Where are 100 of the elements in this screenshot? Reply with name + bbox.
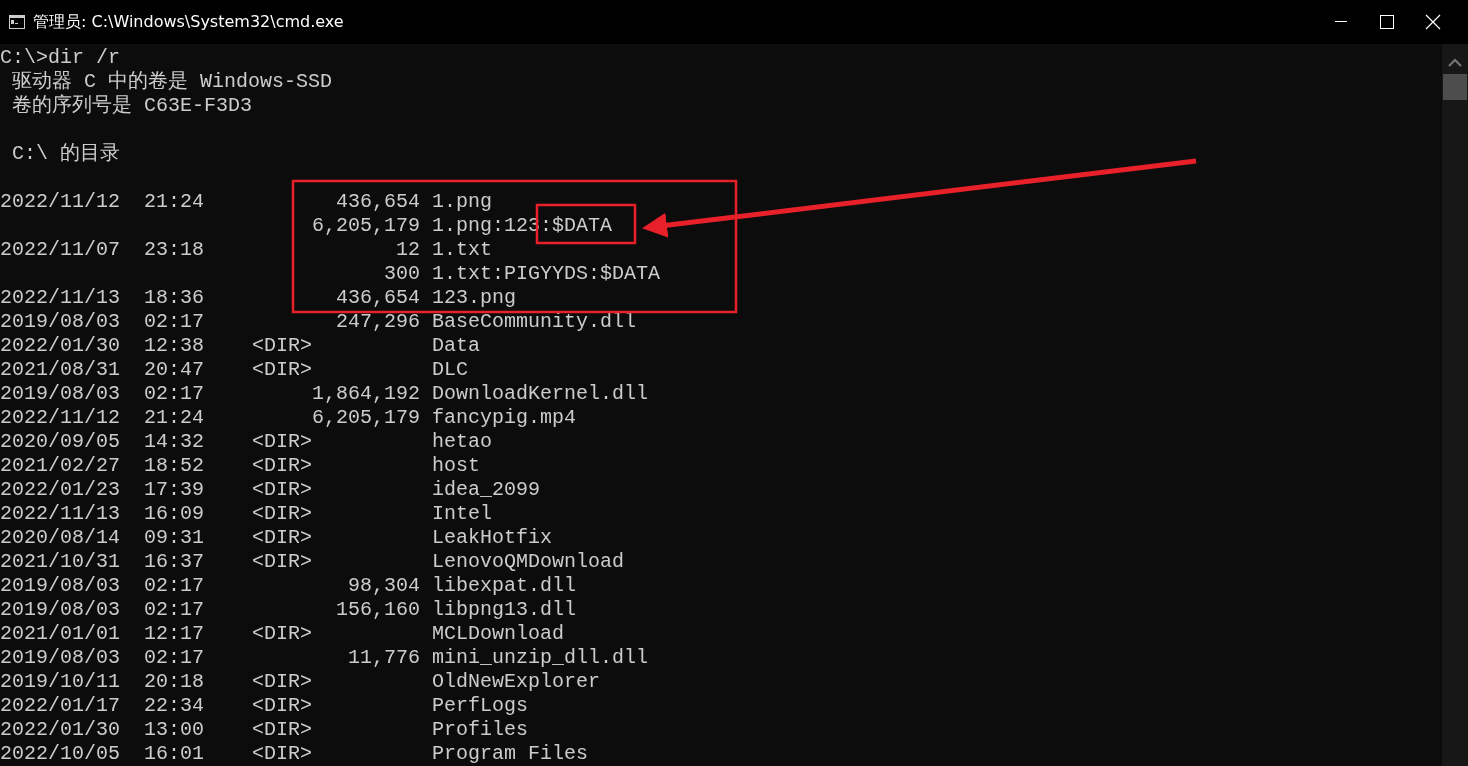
file-size: 156,160 <box>336 598 421 622</box>
dir-name: idea_2099 <box>432 478 541 502</box>
file-size: 6,205,179 <box>312 406 421 430</box>
console-line: C:\ 的目录 <box>11 142 120 166</box>
file-size: 247,296 <box>336 310 421 334</box>
dir-name: Data <box>432 334 481 358</box>
dir-tag: <DIR> <box>252 742 313 766</box>
file-name: DownloadKernel.dll <box>432 382 649 406</box>
date: 2022/01/30 <box>0 334 122 358</box>
date: 2022/10/05 <box>0 742 122 766</box>
date: 2022/01/30 <box>0 718 122 742</box>
dir-tag: <DIR> <box>252 358 313 382</box>
file-size: 436,654 <box>336 286 421 310</box>
stream-name: 1.txt:PIGYYDS:$DATA <box>432 262 661 286</box>
close-icon <box>1425 14 1441 30</box>
date: 2022/11/13 <box>0 502 122 526</box>
dir-tag: <DIR> <box>252 718 313 742</box>
file-size: 436,654 <box>336 190 421 214</box>
console-icon <box>9 15 25 29</box>
time: 13:00 <box>144 718 204 742</box>
date: 2022/01/23 <box>0 478 122 502</box>
dir-tag: <DIR> <box>252 430 313 454</box>
time: 16:37 <box>144 550 204 574</box>
file-name: BaseCommunity.dll <box>432 310 637 334</box>
file-name: 1.png <box>432 190 493 214</box>
dir-name: Program Files <box>432 742 589 766</box>
file-name: libexpat.dll <box>432 574 577 598</box>
minimize-icon <box>1335 21 1347 23</box>
dir-tag: <DIR> <box>252 550 313 574</box>
dir-tag: <DIR> <box>252 694 313 718</box>
time: 21:24 <box>144 406 204 430</box>
date: 2022/11/12 <box>0 406 122 430</box>
dir-tag: <DIR> <box>252 478 313 502</box>
time: 16:01 <box>144 742 204 766</box>
scrollbar[interactable] <box>1442 44 1468 766</box>
time: 18:36 <box>144 286 204 310</box>
date: 2022/11/07 <box>0 238 122 262</box>
time: 18:52 <box>144 454 204 478</box>
dir-name: MCLDownload <box>432 622 565 646</box>
file-name: mini_unzip_dll.dll <box>432 646 649 670</box>
time: 20:47 <box>144 358 204 382</box>
dir-name: PerfLogs <box>432 694 529 718</box>
time: 14:32 <box>144 430 204 454</box>
file-name: libpng13.dll <box>432 598 577 622</box>
date: 2021/08/31 <box>0 358 122 382</box>
date: 2019/08/03 <box>0 646 122 670</box>
dir-name: DLC <box>432 358 469 382</box>
dir-tag: <DIR> <box>252 622 313 646</box>
date: 2022/11/12 <box>0 190 122 214</box>
scroll-up-icon[interactable] <box>1448 58 1462 68</box>
dir-tag: <DIR> <box>252 526 313 550</box>
time: 02:17 <box>144 598 204 622</box>
time: 02:17 <box>144 574 204 598</box>
time: 21:24 <box>144 190 204 214</box>
time: 17:39 <box>144 478 204 502</box>
file-size: 12 <box>396 238 421 262</box>
file-name: fancypig.mp4 <box>432 406 577 430</box>
date: 2020/09/05 <box>0 430 122 454</box>
dir-tag: <DIR> <box>252 454 313 478</box>
dir-tag: <DIR> <box>252 334 313 358</box>
file-size: 300 <box>384 262 421 286</box>
date: 2019/08/03 <box>0 598 122 622</box>
dir-tag: <DIR> <box>252 670 313 694</box>
date: 2022/01/17 <box>0 694 122 718</box>
time: 22:34 <box>144 694 204 718</box>
maximize-icon <box>1380 15 1394 29</box>
date: 2019/08/03 <box>0 310 122 334</box>
time: 23:18 <box>144 238 204 262</box>
console-line: 卷的序列号是 C63E-F3D3 <box>11 94 253 118</box>
file-name: 123.png <box>432 286 517 310</box>
date: 2021/01/01 <box>0 622 122 646</box>
time: 02:17 <box>144 382 204 406</box>
dir-name: OldNewExplorer <box>432 670 601 694</box>
time: 09:31 <box>144 526 204 550</box>
date: 2019/10/11 <box>0 670 122 694</box>
date: 2021/10/31 <box>0 550 122 574</box>
date: 2022/11/13 <box>0 286 122 310</box>
scrollbar-thumb[interactable] <box>1443 74 1467 100</box>
dir-name: Profiles <box>432 718 529 742</box>
dir-name: LenovoQMDownload <box>432 550 625 574</box>
dir-name: LeakHotfix <box>432 526 553 550</box>
dir-tag: <DIR> <box>252 502 313 526</box>
date: 2019/08/03 <box>0 382 122 406</box>
console-line: C:\>dir /r <box>0 46 121 70</box>
window-title: 管理员: C:\Windows\System32\cmd.exe <box>33 11 344 33</box>
file-size: 11,776 <box>348 646 421 670</box>
date: 2021/02/27 <box>0 454 122 478</box>
file-name: 1.txt <box>432 238 493 262</box>
time: 20:18 <box>144 670 204 694</box>
time: 02:17 <box>144 310 204 334</box>
date: 2019/08/03 <box>0 574 122 598</box>
dir-name: Intel <box>432 502 493 526</box>
file-size: 98,304 <box>348 574 421 598</box>
dir-name: host <box>432 454 481 478</box>
time: 02:17 <box>144 646 204 670</box>
time: 12:38 <box>144 334 204 358</box>
console-line: 驱动器 C 中的卷是 Windows-SSD <box>11 70 333 94</box>
time: 12:17 <box>144 622 204 646</box>
date: 2020/08/14 <box>0 526 122 550</box>
file-size: 1,864,192 <box>312 382 421 406</box>
